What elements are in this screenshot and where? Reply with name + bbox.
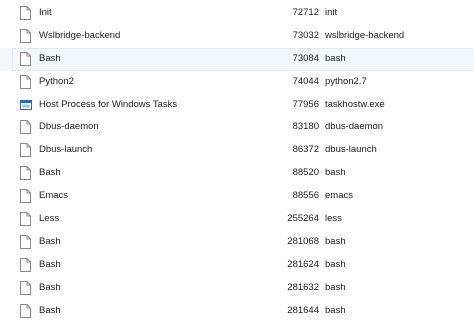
process-row[interactable]: Bash 281624 bash <box>0 254 474 277</box>
process-name: Dbus-daemon <box>39 121 99 133</box>
window-app-icon <box>20 98 32 112</box>
process-pid: 86372 <box>292 144 319 156</box>
process-pid: 73032 <box>292 29 319 41</box>
process-image-name: wslbridge-backend <box>325 29 405 41</box>
process-pid: 281632 <box>287 281 319 293</box>
process-image-name: bash <box>325 52 346 64</box>
blank-file-icon <box>20 212 31 227</box>
process-pid: 73084 <box>292 52 319 64</box>
process-name: Init <box>39 7 52 18</box>
process-row[interactable]: Emacs 88556 emacs <box>0 185 474 208</box>
process-pid: 88556 <box>292 190 319 202</box>
process-image-name: emacs <box>325 190 353 202</box>
process-name: Wslbridge-backend <box>39 29 121 41</box>
process-pid: 255264 <box>287 213 319 225</box>
process-row[interactable]: Wslbridge-backend 73032 wslbridge-backen… <box>0 25 474 48</box>
process-row[interactable]: Dbus-launch 86372 dbus-launch <box>0 139 474 162</box>
process-image-name: python2.7 <box>325 75 367 87</box>
process-name: Dbus-launch <box>39 144 93 156</box>
blank-file-icon <box>20 28 31 43</box>
blank-file-icon <box>20 166 31 181</box>
process-name: Bash <box>39 235 61 247</box>
process-row-selected[interactable]: Bash 73084 bash <box>0 47 474 71</box>
process-name: Bash <box>39 52 61 64</box>
process-name: Emacs <box>39 190 69 202</box>
process-pid: 83180 <box>292 121 319 133</box>
process-pid: 72712 <box>292 7 319 18</box>
process-pid: 281068 <box>287 235 319 247</box>
process-image-name: init <box>325 7 338 18</box>
process-image-name: bash <box>325 304 346 316</box>
process-name: Less <box>39 213 60 225</box>
process-image-name: bash <box>325 235 346 247</box>
process-pid: 281644 <box>287 304 319 316</box>
process-image-name: less <box>325 213 342 225</box>
process-row[interactable]: Init 72712 init <box>0 2 474 25</box>
blank-file-icon <box>20 6 31 20</box>
process-name: Bash <box>39 167 61 179</box>
process-image-name: bash <box>325 258 346 270</box>
blank-file-icon <box>20 189 31 204</box>
process-row[interactable]: Bash 88520 bash <box>0 162 474 185</box>
process-image-name: taskhostw.exe <box>325 98 385 110</box>
process-pid: 74044 <box>292 75 319 87</box>
process-name: Python2 <box>39 75 74 87</box>
process-image-name: dbus-daemon <box>325 121 384 133</box>
blank-file-icon <box>20 143 31 158</box>
process-name: Bash <box>39 258 61 270</box>
process-row[interactable]: Host Process for Windows Tasks 77956 tas… <box>0 94 474 117</box>
blank-file-icon <box>20 120 31 135</box>
process-image-name: bash <box>325 281 346 293</box>
process-name: Bash <box>39 281 61 293</box>
process-image-name: bash <box>325 167 346 179</box>
process-pid: 77956 <box>292 98 319 110</box>
process-list: Init 72712 init Wslbridge-backend 73032 … <box>0 0 474 318</box>
process-pid: 88520 <box>292 167 319 179</box>
process-row[interactable]: Bash 281632 bash <box>0 277 474 300</box>
process-row[interactable]: Bash 281068 bash <box>0 231 474 254</box>
process-row[interactable]: Python2 74044 python2.7 <box>0 71 474 94</box>
blank-file-icon <box>20 74 31 89</box>
blank-file-icon <box>20 280 31 295</box>
process-row[interactable]: Dbus-daemon 83180 dbus-daemon <box>0 116 474 139</box>
blank-file-icon <box>20 234 31 249</box>
process-name: Bash <box>39 304 61 316</box>
blank-file-icon <box>20 51 31 66</box>
blank-file-icon <box>20 257 31 272</box>
process-image-name: dbus-launch <box>325 144 377 156</box>
process-row[interactable]: Less 255264 less <box>0 208 474 231</box>
process-name: Host Process for Windows Tasks <box>39 98 178 110</box>
process-pid: 281624 <box>287 258 319 270</box>
